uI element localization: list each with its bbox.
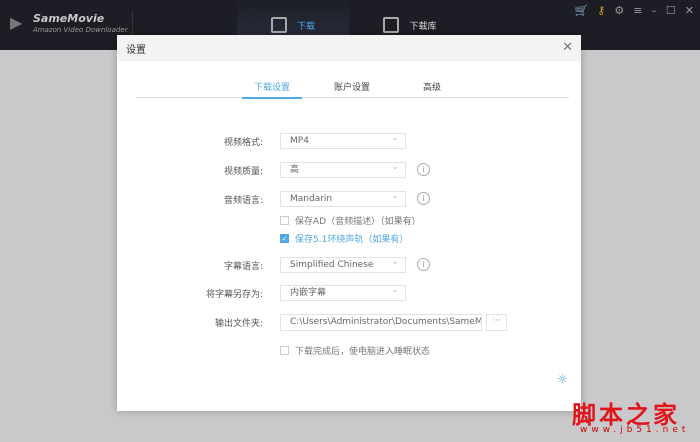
- save-51-label: 保存5.1环绕声轨（如果有）: [295, 235, 409, 245]
- video-format-select[interactable]: MP4: [280, 131, 406, 149]
- subtitle-language-label: 字幕语言:: [223, 262, 263, 272]
- video-quality-label: 视频质量:: [223, 167, 263, 177]
- output-folder-input[interactable]: C:\Users\Administrator\Documents\SameMov…: [280, 314, 482, 331]
- settings-dialog: 设置 ✕ 下载设置 账户设置 高级 视频格式:MP4 视频质量:高i 音频语言:…: [117, 35, 581, 411]
- sleep-after-checkbox[interactable]: 下载完成后，使电脑进入睡眠状态: [280, 344, 430, 357]
- output-folder-label: 输出文件夹:: [214, 319, 263, 329]
- cart-icon[interactable]: 🛒: [575, 4, 589, 17]
- nav-library-label: 下载库: [409, 21, 437, 32]
- save-ad-checkbox[interactable]: 保存AD（音频描述）（如果有）: [280, 214, 421, 227]
- save-subtitle-select[interactable]: 内嵌字幕: [280, 283, 406, 301]
- library-icon: [383, 17, 400, 33]
- lightbulb-icon[interactable]: ☼: [557, 372, 568, 386]
- browse-button[interactable]: ···: [486, 314, 507, 331]
- save-ad-label: 保存AD（音频描述）（如果有）: [295, 217, 421, 227]
- close-window-icon[interactable]: ✕: [685, 4, 694, 17]
- save-51-checkbox[interactable]: ✓ 保存5.1环绕声轨（如果有）: [280, 232, 408, 245]
- audio-language-label: 音频语言:: [223, 196, 263, 206]
- nav-download-label: 下载: [296, 21, 315, 32]
- app-subtitle: Amazon Video Downloader: [33, 26, 128, 34]
- maximize-icon[interactable]: ☐: [666, 4, 676, 17]
- tab-advanced[interactable]: 高级: [402, 80, 462, 99]
- brand: SameMovie Amazon Video Downloader: [33, 12, 128, 35]
- subtitle-language-select[interactable]: Simplified Chinese: [280, 255, 406, 273]
- gear-icon[interactable]: ⚙: [614, 4, 624, 17]
- tab-account-settings[interactable]: 账户设置: [322, 80, 382, 99]
- video-quality-select[interactable]: 高: [280, 160, 406, 178]
- watermark-url: www.jb51.net: [580, 425, 690, 435]
- save-subtitle-label: 将字幕另存为:: [205, 290, 263, 300]
- settings-tabs: 下载设置 账户设置 高级: [136, 78, 569, 99]
- info-icon[interactable]: i: [417, 258, 430, 271]
- tab-download-settings[interactable]: 下载设置: [242, 80, 302, 99]
- close-dialog-icon[interactable]: ✕: [562, 40, 573, 55]
- video-format-label: 视频格式:: [223, 138, 263, 148]
- info-icon[interactable]: i: [417, 163, 430, 176]
- minimize-icon[interactable]: –: [651, 4, 657, 17]
- checkbox-checked[interactable]: ✓: [280, 234, 289, 243]
- checkbox-box[interactable]: [280, 216, 289, 225]
- menu-icon[interactable]: ≡: [633, 4, 642, 17]
- key-icon[interactable]: ⚷: [597, 4, 605, 17]
- dialog-title: 设置: [126, 44, 146, 56]
- sleep-after-label: 下载完成后，使电脑进入睡眠状态: [295, 347, 431, 357]
- download-icon: [270, 17, 287, 33]
- checkbox-box[interactable]: [280, 346, 289, 355]
- app-name: SameMovie: [33, 12, 105, 25]
- app-logo-icon: ▶: [10, 13, 23, 32]
- audio-language-select[interactable]: Mandarin: [280, 189, 406, 207]
- info-icon[interactable]: i: [417, 192, 430, 205]
